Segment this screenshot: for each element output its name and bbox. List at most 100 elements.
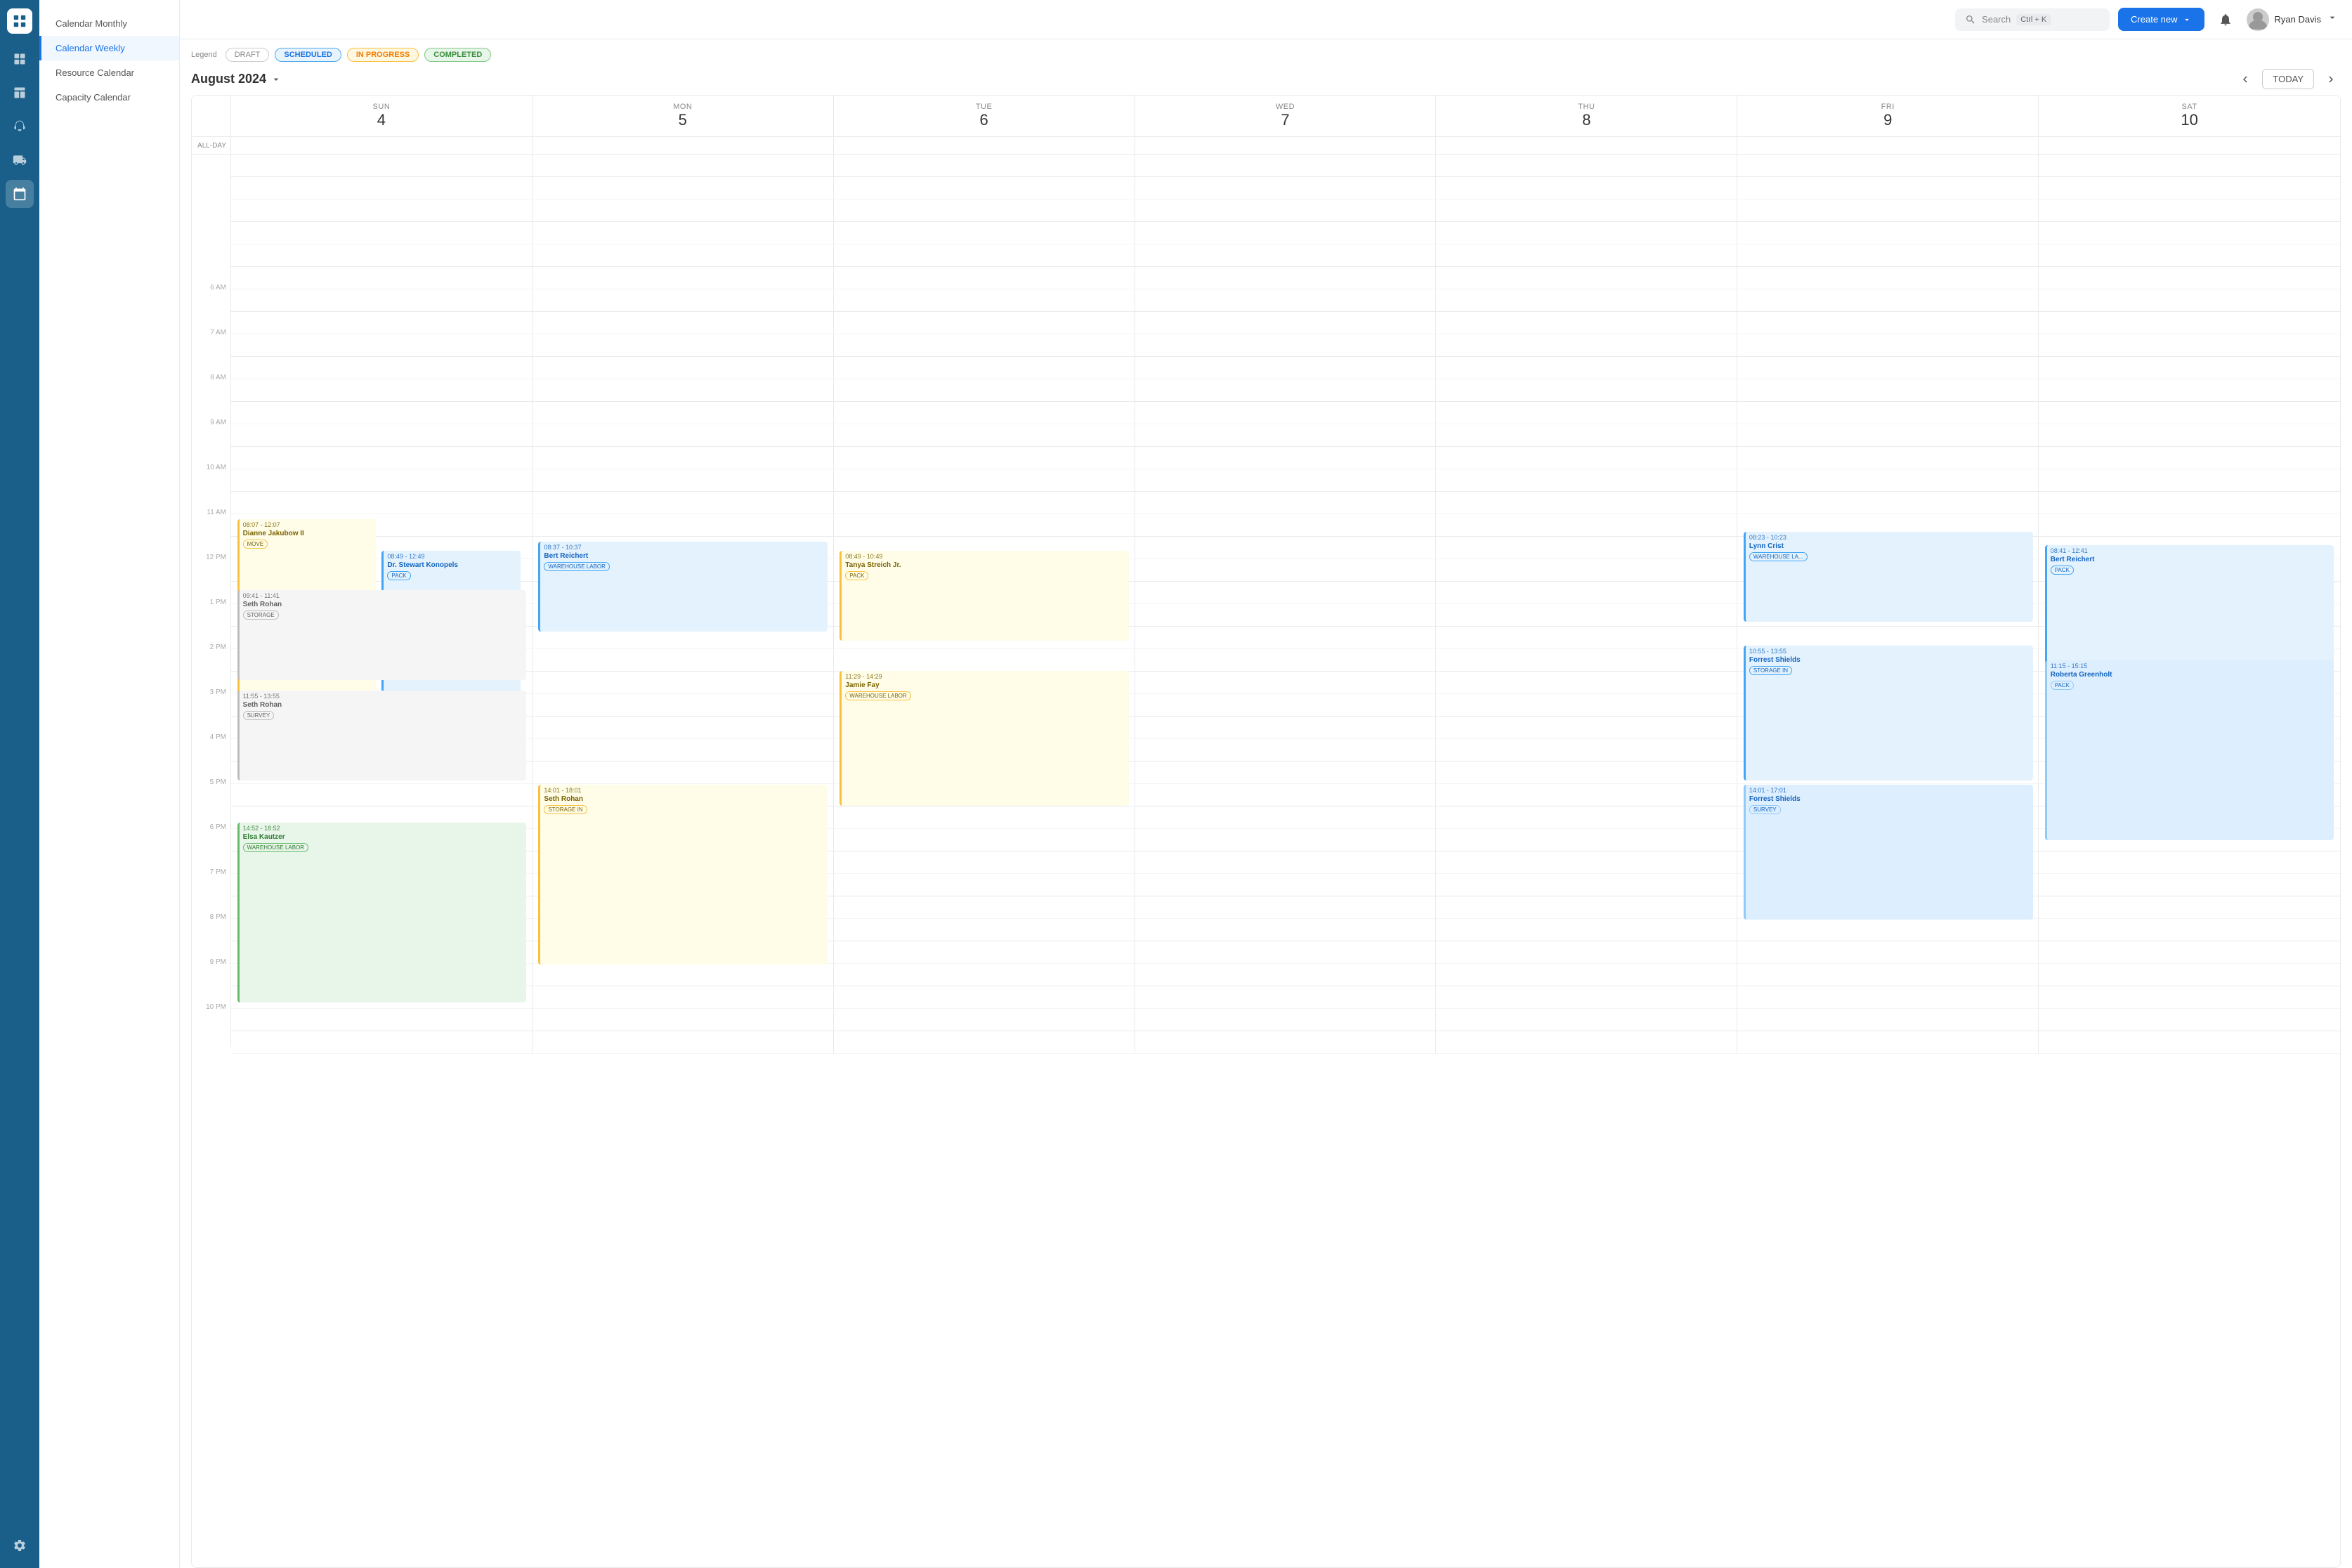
time-cell-row16-day2[interactable] [834,514,1135,537]
time-cell-row30-day4[interactable] [1436,829,1737,851]
time-cell-row6-day4[interactable] [1436,289,1737,312]
time-cell-row24-day3[interactable] [1135,694,1437,717]
prev-week-button[interactable] [2235,70,2255,89]
time-cell-row6-day0[interactable] [231,289,533,312]
time-cell-row8-day2[interactable] [834,334,1135,357]
calendar-event[interactable]: 14:01 - 18:01 Seth Rohan STORAGE IN [538,785,828,965]
time-cell-row34-day5[interactable] [1737,919,2039,941]
time-cell-row6-day3[interactable] [1135,289,1437,312]
time-cell-row14-day6[interactable] [2039,469,2340,492]
time-cell-row33-day3[interactable] [1135,896,1437,919]
time-cell-row10-day4[interactable] [1436,379,1737,402]
time-cell-row31-day2[interactable] [834,851,1135,874]
time-cell-row11-day4[interactable] [1436,402,1737,424]
time-cell-row3-day5[interactable] [1737,222,2039,244]
time-cell-row36-day1[interactable] [533,964,834,986]
time-cell-row35-day6[interactable] [2039,941,2340,964]
time-cell-row12-day4[interactable] [1436,424,1737,447]
time-cell-row0-day5[interactable] [1737,155,2039,177]
nav-item-calendar-weekly[interactable]: Calendar Weekly [39,36,179,60]
calendar-event[interactable]: 11:55 - 13:55 Seth Rohan SURVEY [237,691,527,780]
time-cell-row12-day3[interactable] [1135,424,1437,447]
time-cell-row39-day6[interactable] [2039,1031,2340,1054]
time-cell-row31-day3[interactable] [1135,851,1437,874]
time-cell-row27-day4[interactable] [1436,762,1737,784]
time-cell-row36-day4[interactable] [1436,964,1737,986]
calendar-event[interactable]: 09:41 - 11:41 Seth Rohan STORAGE [237,590,527,680]
calendar-event[interactable]: 08:49 - 10:49 Tanya Streich Jr. PACK [839,551,1129,641]
time-cell-row33-day6[interactable] [2039,896,2340,919]
time-cell-row8-day0[interactable] [231,334,533,357]
time-cell-row3-day3[interactable] [1135,222,1437,244]
calendar-event[interactable]: 10:55 - 13:55 Forrest Shields STORAGE IN [1744,646,2033,780]
time-cell-row4-day0[interactable] [231,244,533,267]
calendar-event[interactable]: 14:52 - 18:52 Elsa Kautzer WAREHOUSE LAB… [237,823,527,1002]
time-cell-row2-day1[interactable] [533,200,834,222]
time-cell-row14-day2[interactable] [834,469,1135,492]
time-cell-row14-day1[interactable] [533,469,834,492]
time-cell-row4-day3[interactable] [1135,244,1437,267]
time-cell-row20-day4[interactable] [1436,604,1737,627]
time-cell-row0-day6[interactable] [2039,155,2340,177]
legend-badge-draft[interactable]: DRAFT [226,48,270,62]
time-cell-row13-day6[interactable] [2039,447,2340,469]
calendar-event[interactable]: 11:29 - 14:29 Jamie Fay WAREHOUSE LABOR [839,671,1129,806]
time-cell-row26-day1[interactable] [533,739,834,762]
time-cell-row15-day0[interactable] [231,492,533,514]
nav-item-calendar-monthly[interactable]: Calendar Monthly [39,11,179,36]
time-cell-row10-day0[interactable] [231,379,533,402]
time-cell-row31-day4[interactable] [1436,851,1737,874]
sidebar-icon-logistics[interactable] [6,146,34,174]
sidebar-icon-support[interactable] [6,112,34,141]
time-cell-row21-day4[interactable] [1436,627,1737,649]
time-cell-row31-day6[interactable] [2039,851,2340,874]
time-cell-row8-day5[interactable] [1737,334,2039,357]
time-cell-row15-day4[interactable] [1436,492,1737,514]
time-cell-row9-day2[interactable] [834,357,1135,379]
allday-cell-fri[interactable] [1737,137,2039,154]
time-cell-row9-day6[interactable] [2039,357,2340,379]
time-cell-row18-day3[interactable] [1135,559,1437,582]
time-cell-row11-day0[interactable] [231,402,533,424]
time-cell-row1-day6[interactable] [2039,177,2340,200]
time-cell-row1-day0[interactable] [231,177,533,200]
time-cell-row16-day1[interactable] [533,514,834,537]
allday-cell-tue[interactable] [834,137,1135,154]
time-cell-row32-day3[interactable] [1135,874,1437,896]
time-cell-row18-day4[interactable] [1436,559,1737,582]
time-cell-row9-day1[interactable] [533,357,834,379]
time-cell-row39-day2[interactable] [834,1031,1135,1054]
time-cell-row2-day0[interactable] [231,200,533,222]
time-cell-row37-day1[interactable] [533,986,834,1009]
time-cell-row12-day5[interactable] [1737,424,2039,447]
time-cell-row34-day2[interactable] [834,919,1135,941]
time-cell-row27-day3[interactable] [1135,762,1437,784]
time-cell-row17-day4[interactable] [1436,537,1737,559]
allday-cell-wed[interactable] [1135,137,1437,154]
time-cell-row15-day3[interactable] [1135,492,1437,514]
time-cell-row14-day0[interactable] [231,469,533,492]
time-cell-row1-day2[interactable] [834,177,1135,200]
time-cell-row8-day4[interactable] [1436,334,1737,357]
time-cell-row3-day0[interactable] [231,222,533,244]
time-cell-row6-day5[interactable] [1737,289,2039,312]
sidebar-icon-calendar[interactable] [6,180,34,208]
time-cell-row9-day0[interactable] [231,357,533,379]
time-cell-row10-day2[interactable] [834,379,1135,402]
time-cell-row39-day0[interactable] [231,1031,533,1054]
time-cell-row13-day2[interactable] [834,447,1135,469]
time-cell-row39-day3[interactable] [1135,1031,1437,1054]
time-cell-row37-day6[interactable] [2039,986,2340,1009]
time-cell-row36-day6[interactable] [2039,964,2340,986]
sidebar-icon-dashboard[interactable] [6,45,34,73]
time-cell-row12-day0[interactable] [231,424,533,447]
time-cell-row4-day1[interactable] [533,244,834,267]
allday-cell-sat[interactable] [2039,137,2340,154]
time-cell-row0-day3[interactable] [1135,155,1437,177]
time-cell-row25-day4[interactable] [1436,717,1737,739]
time-cell-row5-day3[interactable] [1135,267,1437,289]
time-cell-row12-day1[interactable] [533,424,834,447]
time-cell-row3-day4[interactable] [1436,222,1737,244]
time-cell-row13-day3[interactable] [1135,447,1437,469]
today-button[interactable]: TODAY [2262,69,2314,89]
